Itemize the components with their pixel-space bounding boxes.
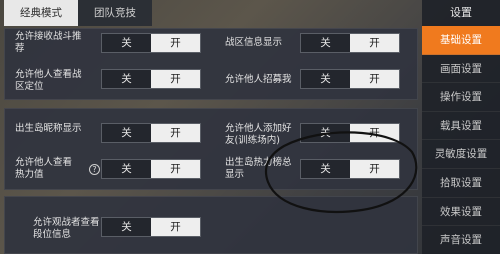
toggle-off[interactable]: 关 — [102, 70, 151, 88]
sidebar-item-basic[interactable]: 基础设置 — [422, 26, 500, 55]
toggle-off[interactable]: 关 — [102, 218, 151, 236]
setting-label: 允许观战者查看段位信息 — [33, 217, 100, 240]
settings-sidebar: 设置 基础设置 画面设置 操作设置 载具设置 灵敏度设置 拾取设置 效果设置 声… — [422, 0, 500, 254]
tab-classic[interactable]: 经典模式 — [4, 0, 78, 26]
toggle-on[interactable]: 开 — [151, 70, 200, 88]
setting-label: 允许接收战斗推荐 — [15, 31, 82, 54]
highlight-circle-annotation — [264, 131, 418, 213]
sidebar-item-controls[interactable]: 操作设置 — [422, 83, 500, 112]
toggle-on[interactable]: 开 — [350, 70, 399, 88]
mode-tabs: 经典模式 团队竞技 — [0, 0, 152, 26]
toggle-off[interactable]: 关 — [102, 124, 151, 142]
settings-panel-1: 允许接收战斗推荐 关 开 战区信息显示 关 开 允许他人查看战区定位 关 开 允… — [4, 28, 418, 100]
toggle-on[interactable]: 开 — [151, 160, 200, 178]
toggle-on[interactable]: 开 — [151, 124, 200, 142]
sidebar-item-sensitivity[interactable]: 灵敏度设置 — [422, 140, 500, 169]
sidebar-item-graphics[interactable]: 画面设置 — [422, 55, 500, 84]
setting-label: 允许他人招募我 — [225, 74, 292, 85]
toggle-recruit[interactable]: 关 开 — [300, 69, 400, 89]
sidebar-item-effects[interactable]: 效果设置 — [422, 198, 500, 227]
toggle-off[interactable]: 关 — [301, 34, 350, 52]
sidebar-item-sound[interactable]: 声音设置 — [422, 226, 500, 254]
toggle-battle-recommend[interactable]: 关 开 — [101, 33, 201, 53]
toggle-zone-location[interactable]: 关 开 — [101, 69, 201, 89]
sidebar-item-vehicle[interactable]: 载具设置 — [422, 112, 500, 141]
toggle-on[interactable]: 开 — [151, 218, 200, 236]
toggle-on[interactable]: 开 — [350, 34, 399, 52]
help-icon[interactable]: ? — [89, 164, 100, 175]
toggle-off[interactable]: 关 — [102, 34, 151, 52]
setting-label: 出生岛昵称显示 — [15, 123, 82, 134]
toggle-zone-info[interactable]: 关 开 — [300, 33, 400, 53]
tab-team[interactable]: 团队竞技 — [78, 0, 152, 26]
toggle-island-nickname[interactable]: 关 开 — [101, 123, 201, 143]
toggle-heat-value[interactable]: 关 开 — [101, 159, 201, 179]
setting-label: 允许他人查看战区定位 — [15, 69, 82, 92]
setting-label: 允许他人查看热力值 — [15, 157, 73, 180]
sidebar-title: 设置 — [450, 6, 472, 19]
toggle-spectator-rank[interactable]: 关 开 — [101, 217, 201, 237]
settings-main: 经典模式 团队竞技 允许接收战斗推荐 关 开 战区信息显示 关 开 允许他人查看… — [0, 0, 422, 254]
setting-label: 战区信息显示 — [225, 37, 283, 48]
toggle-off[interactable]: 关 — [301, 70, 350, 88]
sidebar-item-pickup[interactable]: 拾取设置 — [422, 169, 500, 198]
toggle-on[interactable]: 开 — [151, 34, 200, 52]
toggle-off[interactable]: 关 — [102, 160, 151, 178]
